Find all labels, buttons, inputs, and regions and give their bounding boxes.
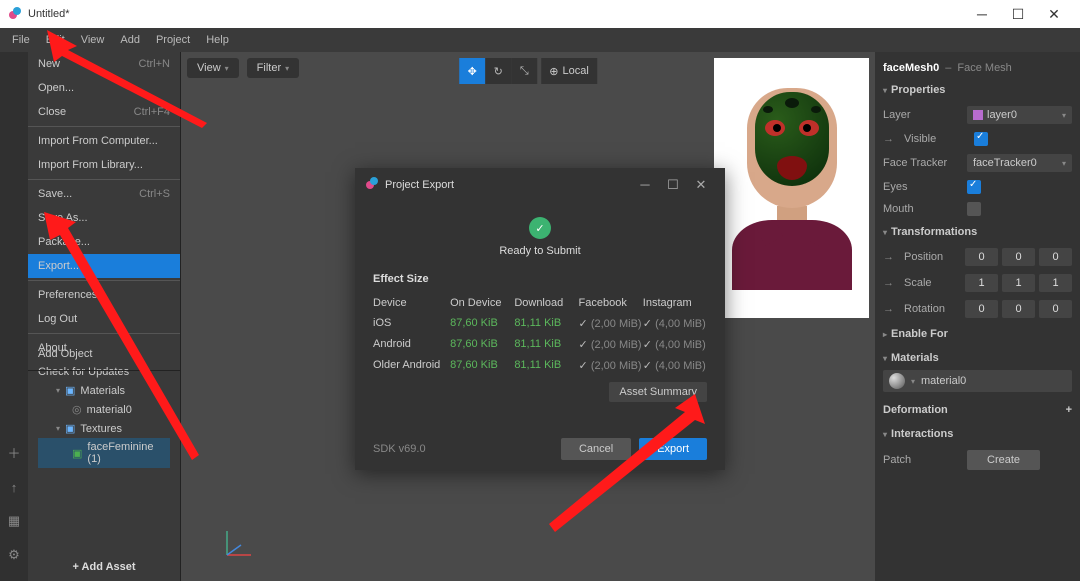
section-deformation[interactable]: Deformation+: [883, 398, 1072, 422]
minimize-button[interactable]: ─: [964, 0, 1000, 28]
annotation-arrow: [24, 210, 204, 460]
position-y[interactable]: 0: [1002, 248, 1035, 266]
create-patch-button[interactable]: Create: [967, 450, 1040, 470]
rotation-x[interactable]: 0: [965, 300, 998, 318]
axis-gizmo: [221, 525, 257, 561]
chevron-down-icon: ▾: [285, 64, 289, 73]
chevron-down-icon: ▾: [883, 430, 887, 439]
eyes-checkbox[interactable]: [967, 180, 981, 194]
maximize-button[interactable]: ☐: [1000, 0, 1036, 28]
layer-label: Layer: [883, 109, 961, 121]
move-tool-icon[interactable]: ✥: [459, 58, 485, 84]
globe-icon: ⊕: [549, 65, 558, 78]
app-icon: [8, 6, 22, 23]
visible-label: Visible: [904, 133, 968, 145]
eyes-label: Eyes: [883, 181, 961, 193]
viewport-toolbar: ✥ ↻ ⤡ ⊕Local: [459, 58, 597, 84]
add-tool-icon[interactable]: ＋: [7, 443, 20, 462]
table-row: iOS 87,60 KiB 81,11 KiB ✓ (2,00 MiB) ✓ (…: [373, 313, 707, 334]
effect-size-table: Device On Device Download Facebook Insta…: [373, 293, 707, 376]
scale-label: Scale: [904, 277, 959, 289]
chevron-down-icon: ▾: [883, 354, 887, 363]
rotation-z[interactable]: 0: [1039, 300, 1072, 318]
inspector: faceMesh0 – Face Mesh ▾Properties Layerl…: [875, 52, 1080, 581]
sdk-version: SDK v69.0: [373, 443, 426, 455]
sync-tool-icon[interactable]: ↻: [485, 58, 511, 84]
ready-check-icon: ✓: [529, 217, 551, 239]
facetracker-dropdown[interactable]: faceTracker0▾: [967, 154, 1072, 172]
scale-tool-icon[interactable]: ⤡: [511, 58, 537, 84]
section-enable-for[interactable]: ▸Enable For: [883, 322, 1072, 346]
material-sphere-icon: [889, 373, 905, 389]
annotation-arrow: [545, 390, 715, 535]
up-tool-icon[interactable]: ↑: [11, 480, 18, 495]
modal-close-button[interactable]: ✕: [687, 177, 715, 193]
table-row: Older Android 87,60 KiB 81,11 KiB ✓ (2,0…: [373, 355, 707, 376]
visible-checkbox[interactable]: [974, 132, 988, 146]
rotation-label: Rotation: [904, 303, 959, 315]
material-slot[interactable]: ▾material0: [883, 370, 1072, 392]
mouth-label: Mouth: [883, 203, 961, 215]
effect-size-heading: Effect Size: [373, 273, 707, 285]
table-row: Android 87,60 KiB 81,11 KiB ✓ (2,00 MiB)…: [373, 334, 707, 355]
table-header: Device On Device Download Facebook Insta…: [373, 293, 707, 313]
menu-import-library[interactable]: Import From Library...: [28, 153, 180, 177]
scale-z[interactable]: 1: [1039, 274, 1072, 292]
ar-preview: [714, 58, 869, 318]
ready-text: Ready to Submit: [373, 245, 707, 257]
patch-label: Patch: [883, 454, 961, 466]
titlebar: Untitled* ─ ☐ ✕: [0, 0, 1080, 28]
chevron-right-icon: ▸: [883, 330, 887, 339]
position-z[interactable]: 0: [1039, 248, 1072, 266]
chevron-down-icon: ▾: [225, 64, 229, 73]
menu-save[interactable]: Save...Ctrl+S: [28, 182, 180, 206]
position-label: Position: [904, 251, 959, 263]
window-title: Untitled*: [28, 8, 964, 20]
chevron-down-icon: ▾: [883, 86, 887, 95]
chevron-down-icon: ▾: [1062, 111, 1066, 120]
add-deformation-icon[interactable]: +: [1066, 404, 1072, 416]
scale-y[interactable]: 1: [1002, 274, 1035, 292]
position-x[interactable]: 0: [965, 248, 998, 266]
section-transformations[interactable]: ▾Transformations: [883, 220, 1072, 244]
mouth-checkbox[interactable]: [967, 202, 981, 216]
chevron-down-icon: ▾: [1062, 159, 1066, 168]
facetracker-label: Face Tracker: [883, 157, 961, 169]
settings-tool-icon[interactable]: ⚙: [8, 547, 20, 563]
modal-app-icon: [365, 176, 379, 193]
layer-dropdown[interactable]: layer0▾: [967, 106, 1072, 124]
modal-minimize-button[interactable]: ─: [631, 177, 659, 192]
chevron-down-icon: ▾: [883, 228, 887, 237]
modal-maximize-button[interactable]: ☐: [659, 177, 687, 193]
section-interactions[interactable]: ▾Interactions: [883, 422, 1072, 446]
rotation-y[interactable]: 0: [1002, 300, 1035, 318]
object-header: faceMesh0 – Face Mesh: [883, 58, 1072, 78]
scale-x[interactable]: 1: [965, 274, 998, 292]
library-tool-icon[interactable]: ▦: [8, 513, 20, 529]
close-button[interactable]: ✕: [1036, 0, 1072, 28]
chevron-down-icon: ▾: [911, 377, 915, 386]
menu-import-computer[interactable]: Import From Computer...: [28, 129, 180, 153]
filter-dropdown[interactable]: Filter▾: [247, 58, 299, 78]
add-asset-button[interactable]: + Add Asset: [28, 553, 180, 581]
modal-title: Project Export: [385, 179, 631, 191]
local-toggle[interactable]: ⊕Local: [541, 58, 597, 84]
annotation-arrow: [32, 28, 212, 128]
section-materials[interactable]: ▾Materials: [883, 346, 1072, 370]
section-properties[interactable]: ▾Properties: [883, 78, 1072, 102]
